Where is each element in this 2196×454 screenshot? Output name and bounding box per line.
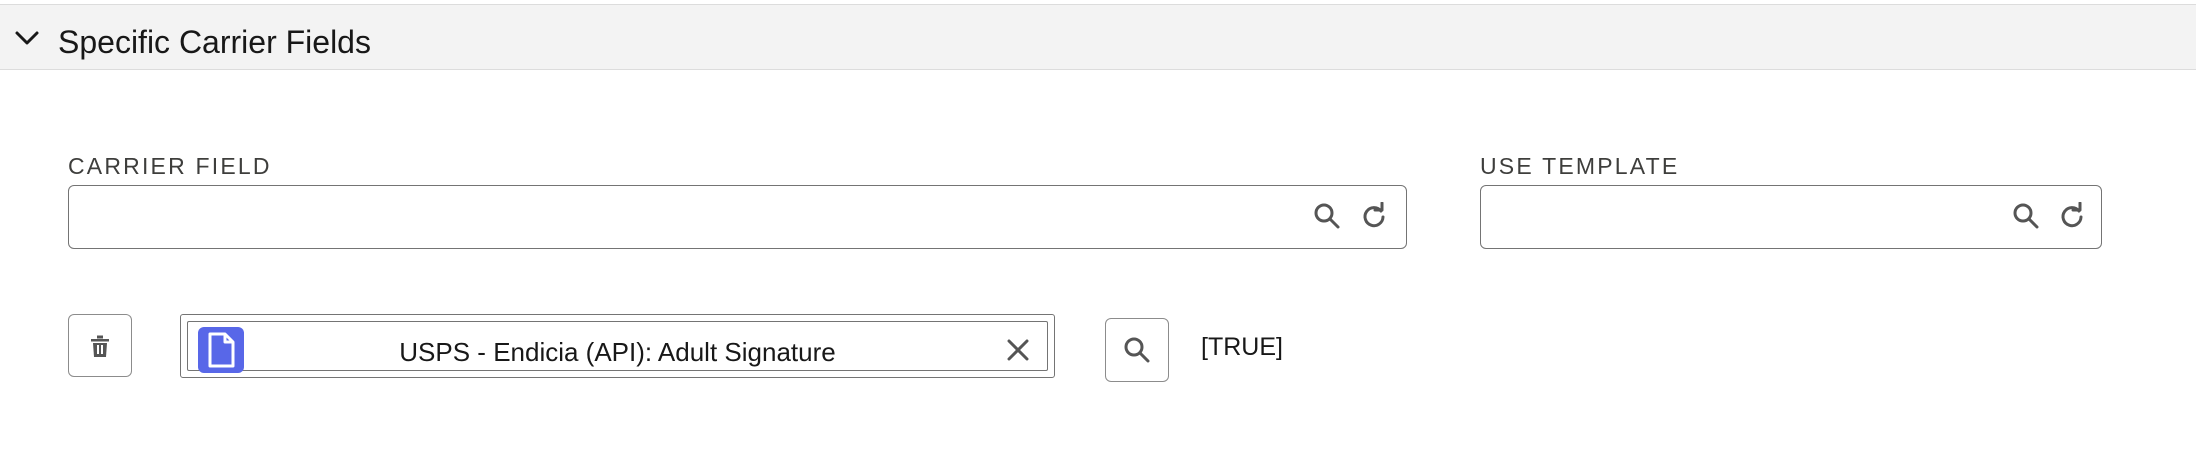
search-button[interactable] [1105, 318, 1169, 382]
delete-button[interactable] [68, 314, 132, 377]
carrier-field-lookup [68, 185, 1407, 249]
use-template-search-button[interactable] [2009, 199, 2043, 233]
selected-item-pill-inner: USPS - Endicia (API): Adult Signature [187, 321, 1048, 373]
use-template-refresh-button[interactable] [2055, 199, 2089, 233]
close-icon[interactable] [1003, 335, 1033, 365]
use-template-lookup [1480, 185, 2102, 249]
carrier-field-input[interactable] [81, 196, 1285, 238]
refresh-icon [2061, 202, 2083, 228]
trash-icon [91, 335, 109, 357]
carrier-field-refresh-button[interactable] [1357, 199, 1391, 233]
search-icon [1124, 337, 1150, 363]
field-value: [TRUE] [1201, 333, 1283, 361]
selected-item-pill[interactable]: USPS - Endicia (API): Adult Signature [180, 314, 1055, 378]
section-title: Specific Carrier Fields [58, 24, 371, 60]
selected-item-label: USPS - Endicia (API): Adult Signature [399, 337, 836, 367]
use-template-input[interactable] [1493, 196, 1987, 238]
carrier-field-search-button[interactable] [1310, 199, 1344, 233]
search-icon [1314, 203, 1340, 229]
use-template-label: USE TEMPLATE [1480, 153, 1680, 179]
refresh-icon [1363, 202, 1385, 228]
carrier-field-label: CARRIER FIELD [68, 153, 272, 179]
section-header[interactable]: Specific Carrier Fields [0, 4, 2196, 70]
chevron-down-icon[interactable] [14, 29, 40, 47]
search-icon [2013, 203, 2039, 229]
